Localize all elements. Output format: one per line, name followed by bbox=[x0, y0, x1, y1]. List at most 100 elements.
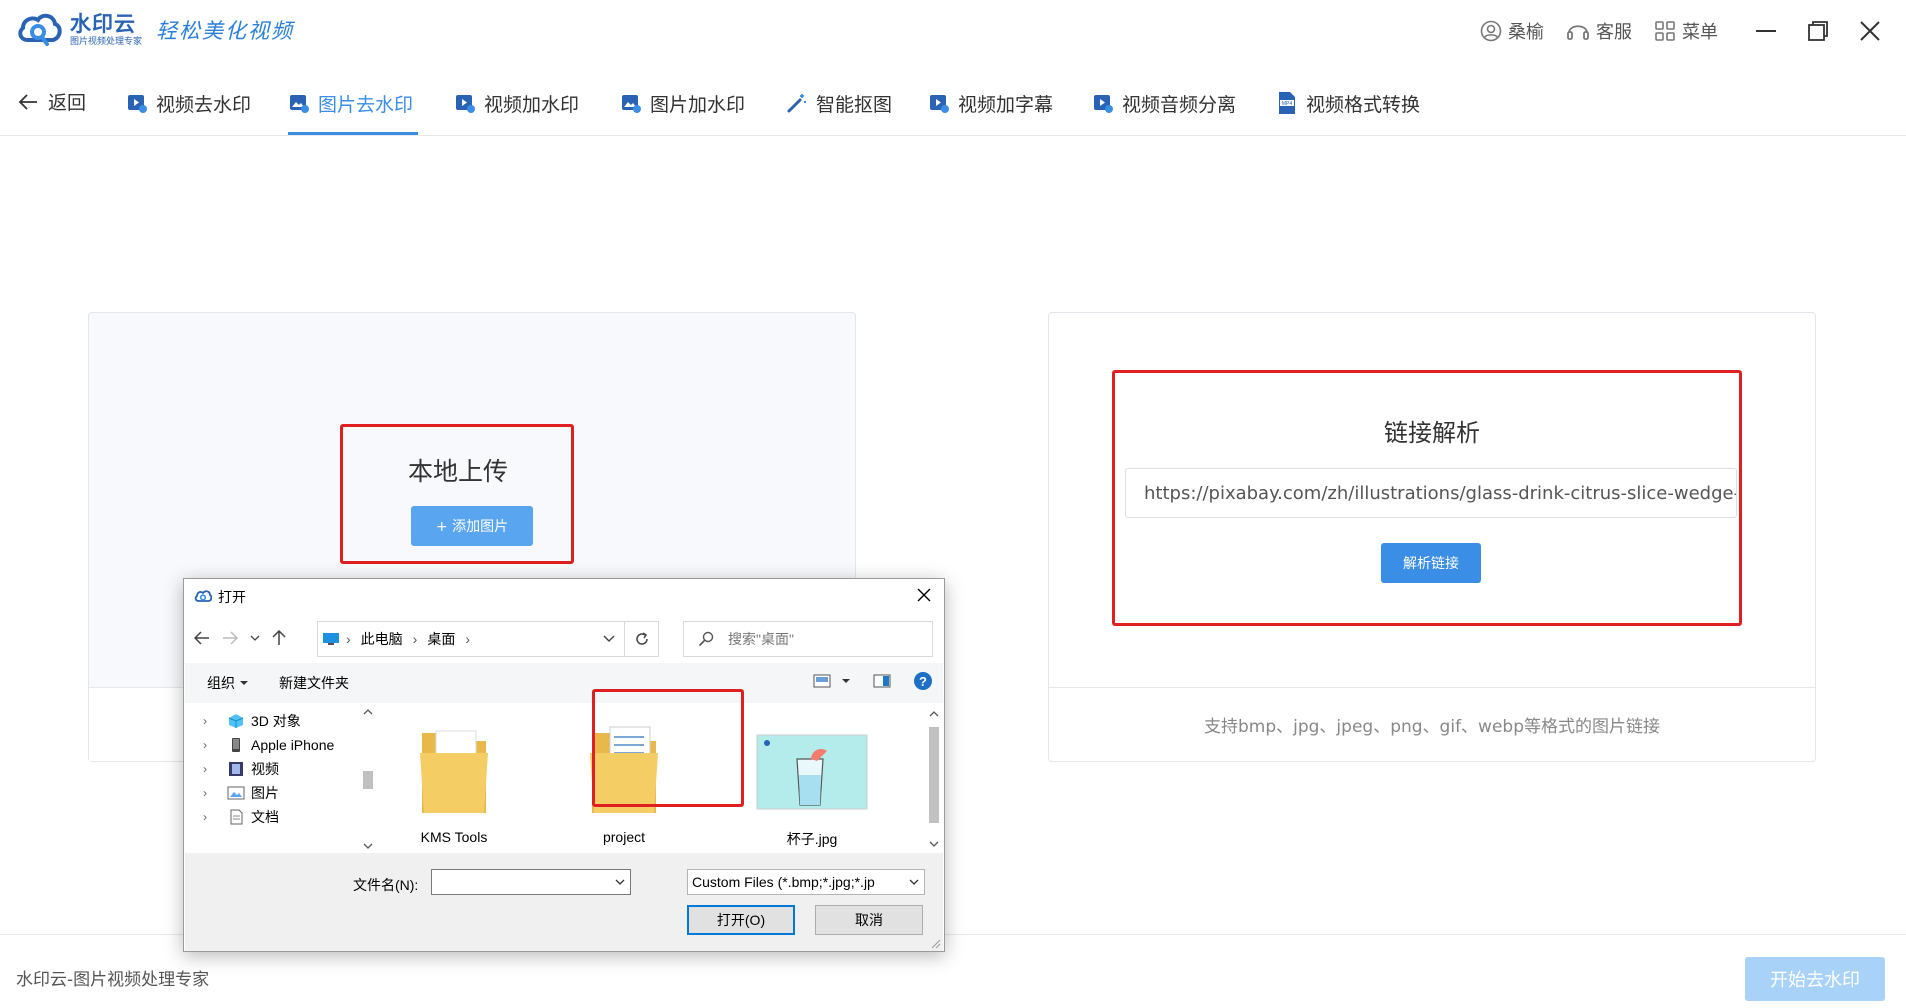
refresh-button[interactable] bbox=[625, 621, 659, 657]
parse-link-button[interactable]: 解析链接 bbox=[1381, 543, 1481, 583]
file-type-value: Custom Files (*.bmp;*.jpg;*.jp bbox=[692, 874, 875, 890]
dialog-title-bar: 打开 bbox=[194, 587, 246, 607]
tree-item-3d-objects[interactable]: › 3D 对象 bbox=[203, 709, 301, 733]
file-type-select[interactable]: Custom Files (*.bmp;*.jpg;*.jp bbox=[687, 869, 925, 895]
address-dropdown-button[interactable] bbox=[594, 622, 624, 656]
tab-video-add-subtitles[interactable]: 视频加字幕 bbox=[928, 86, 1053, 120]
tab-video-add-watermark[interactable]: 视频加水印 bbox=[454, 86, 579, 120]
search-placeholder: 搜索"桌面" bbox=[728, 631, 794, 647]
chevron-down-icon bbox=[603, 635, 615, 642]
url-input[interactable]: https://pixabay.com/zh/illustrations/gla… bbox=[1125, 468, 1737, 518]
app-window: 水印云 图片视频处理专家 轻松美化视频 桑榆 客服 菜单 返回 视频去水印 图片… bbox=[0, 0, 1906, 1008]
start-remove-watermark-button[interactable]: 开始去水印 bbox=[1745, 957, 1885, 1001]
new-folder-label: 新建文件夹 bbox=[279, 675, 349, 691]
tab-label: 智能抠图 bbox=[816, 93, 893, 116]
open-button[interactable]: 打开(O) bbox=[687, 905, 795, 935]
help-icon[interactable]: ? bbox=[913, 671, 933, 691]
filename-label: 文件名(N): bbox=[353, 877, 419, 893]
supported-formats-hint: 支持bmp、jpg、jpeg、png、gif、webp等格式的图片链接 bbox=[1049, 687, 1815, 761]
scroll-down-icon bbox=[929, 841, 939, 847]
file-name: KMS Tools bbox=[420, 829, 488, 845]
magic-wand-icon bbox=[787, 94, 806, 113]
tree-item-apple-iphone[interactable]: › Apple iPhone bbox=[203, 733, 334, 757]
menu-button[interactable]: 菜单 bbox=[1654, 18, 1718, 44]
restore-button[interactable] bbox=[1792, 0, 1844, 62]
tree-label: 图片 bbox=[251, 785, 279, 801]
tab-label: 视频加字幕 bbox=[958, 93, 1054, 116]
tab-video-remove-watermark[interactable]: 视频去水印 bbox=[126, 86, 251, 120]
image-icon bbox=[290, 95, 309, 113]
tree-scroll-thumb[interactable] bbox=[363, 771, 373, 789]
up-arrow-icon[interactable] bbox=[272, 630, 286, 646]
open-file-dialog: 打开 › 此电脑 › 桌面 › 搜索"桌面" 组织 新建文件夹 ? › 3D 对… bbox=[183, 578, 945, 952]
file-list-scrollbar[interactable] bbox=[926, 705, 942, 853]
tree-scrollbar[interactable] bbox=[360, 705, 376, 853]
app-tagline: 图片视频处理专家 bbox=[70, 37, 143, 47]
refresh-icon bbox=[635, 632, 648, 645]
title-bar: 水印云 图片视频处理专家 轻松美化视频 桑榆 客服 菜单 bbox=[0, 0, 1906, 62]
scroll-up-icon bbox=[363, 709, 373, 715]
tree-label: 文档 bbox=[251, 809, 279, 825]
tree-item-videos[interactable]: › 视频 bbox=[203, 757, 279, 781]
scroll-up-icon bbox=[929, 711, 939, 717]
arrow-left-icon bbox=[18, 93, 37, 110]
add-image-button[interactable]: + 添加图片 bbox=[411, 506, 533, 546]
tab-video-format-convert[interactable]: MP4 视频格式转换 bbox=[1276, 86, 1420, 120]
breadcrumb-this-pc[interactable]: 此电脑 bbox=[361, 629, 403, 649]
svg-text:MP4: MP4 bbox=[1282, 101, 1293, 107]
search-box[interactable]: 搜索"桌面" bbox=[683, 621, 933, 657]
resize-grip-icon[interactable] bbox=[929, 937, 941, 949]
forward-arrow-icon[interactable] bbox=[222, 631, 238, 645]
cloud-logo-icon bbox=[18, 13, 62, 46]
filename-input[interactable] bbox=[431, 869, 631, 895]
organize-button[interactable]: 组织 bbox=[207, 673, 249, 693]
local-upload-title: 本地上传 bbox=[407, 457, 508, 486]
file-item-cup-jpg[interactable]: 杯子.jpg bbox=[747, 711, 877, 847]
organize-label: 组织 bbox=[207, 675, 235, 691]
svg-text:?: ? bbox=[919, 674, 927, 689]
tab-label: 视频音频分离 bbox=[1122, 93, 1237, 116]
tree-item-documents[interactable]: › 文档 bbox=[203, 805, 279, 829]
recent-dropdown-icon[interactable] bbox=[250, 634, 260, 642]
back-button[interactable]: 返回 bbox=[18, 88, 86, 115]
tab-smart-cutout[interactable]: 智能抠图 bbox=[786, 86, 892, 120]
preview-pane-icon[interactable] bbox=[873, 674, 891, 688]
tree-item-pictures[interactable]: › 图片 bbox=[203, 781, 279, 805]
new-folder-button[interactable]: 新建文件夹 bbox=[279, 673, 349, 693]
file-item-kms-tools[interactable]: KMS Tools bbox=[389, 711, 519, 845]
view-options-button[interactable] bbox=[813, 674, 851, 688]
breadcrumb-desktop[interactable]: 桌面 bbox=[427, 629, 455, 649]
close-icon bbox=[1860, 21, 1880, 41]
chevron-down-icon bbox=[908, 875, 920, 889]
phone-icon bbox=[232, 738, 240, 752]
caret-down-icon bbox=[842, 679, 850, 683]
mp4-file-icon: MP4 bbox=[1279, 92, 1295, 114]
video-icon bbox=[456, 95, 475, 113]
file-name: project bbox=[602, 829, 646, 845]
back-arrow-icon[interactable] bbox=[194, 631, 210, 645]
tab-image-remove-watermark[interactable]: 图片去水印 bbox=[288, 86, 413, 120]
tab-video-audio-separation[interactable]: 视频音频分离 bbox=[1092, 86, 1236, 120]
footer-text: 水印云-图片视频处理专家 bbox=[16, 970, 210, 990]
cancel-button[interactable]: 取消 bbox=[815, 905, 923, 935]
dialog-toolbar: 组织 新建文件夹 ? bbox=[185, 663, 943, 703]
file-list-scroll-thumb[interactable] bbox=[929, 727, 939, 823]
highlight-box-selected-file bbox=[592, 689, 744, 807]
user-account-button[interactable]: 桑榆 bbox=[1480, 18, 1544, 44]
video-icon bbox=[930, 95, 949, 113]
minimize-button[interactable] bbox=[1740, 0, 1792, 62]
app-name: 水印云 bbox=[70, 12, 136, 36]
chevron-down-icon[interactable] bbox=[614, 875, 626, 889]
address-bar[interactable]: › 此电脑 › 桌面 › bbox=[317, 621, 625, 657]
caret-down-icon bbox=[240, 681, 248, 685]
computer-icon bbox=[323, 633, 339, 645]
picture-icon bbox=[227, 786, 245, 800]
dialog-close-button[interactable] bbox=[914, 585, 934, 605]
tab-image-add-watermark[interactable]: 图片加水印 bbox=[620, 86, 745, 120]
customer-service-button[interactable]: 客服 bbox=[1566, 18, 1632, 44]
image-icon bbox=[622, 95, 641, 113]
search-icon bbox=[698, 631, 714, 647]
dialog-title: 打开 bbox=[218, 589, 246, 605]
folder-tree: › 3D 对象 › Apple iPhone › 视频 › 图片 › 文档 bbox=[185, 705, 381, 853]
close-window-button[interactable] bbox=[1844, 0, 1896, 62]
